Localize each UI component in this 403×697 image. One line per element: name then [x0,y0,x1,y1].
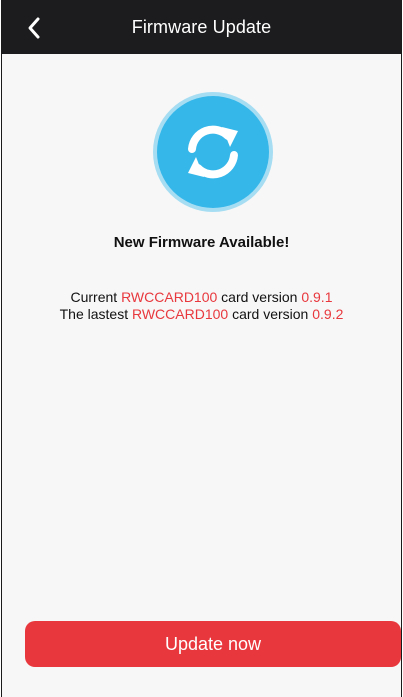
latest-device-name: RWCCARD100 [131,306,229,322]
sync-icon-badge [153,92,273,212]
page-title: Firmware Update [131,16,272,37]
sync-icon [188,125,238,179]
firmware-available-heading: New Firmware Available! [113,234,290,251]
current-device-name: RWCCARD100 [121,289,218,305]
current-version-number: 0.9.1 [301,289,333,305]
nav-bar: Firmware Update [2,0,401,54]
chevron-left-icon [28,17,40,39]
latest-version-number: 0.9.2 [312,306,344,322]
back-button[interactable] [22,14,46,42]
current-version-line: Current RWCCARD100 card version 0.9.1 [70,289,333,305]
app-screen: Firmware Update New Firmware Available! … [1,0,402,697]
version-info: Current RWCCARD100 card version 0.9.1 Th… [2,289,401,323]
update-now-button[interactable]: Update now [25,621,401,667]
latest-version-line: The lastest RWCCARD100 card version 0.9.… [59,306,344,322]
